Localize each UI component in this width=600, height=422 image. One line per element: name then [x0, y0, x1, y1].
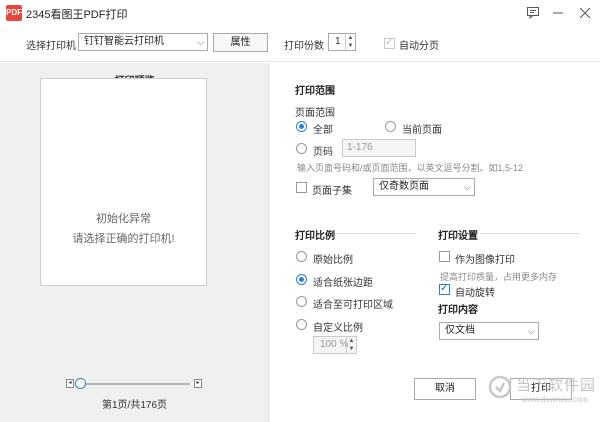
content-section-title: 打印内容	[438, 305, 478, 316]
stepper-arrows-icon[interactable]: ▲ ▼	[346, 337, 356, 353]
printer-label: 选择打印机	[26, 41, 76, 52]
watermark-url: www.downxia.com	[522, 395, 588, 404]
subset-select[interactable]: 仅奇数页面 ⌵	[373, 178, 475, 196]
minimize-icon[interactable]	[545, 0, 571, 26]
page-slider-thumb[interactable]	[75, 378, 86, 389]
scale-custom-radio[interactable]	[296, 319, 307, 330]
custom-scale-value: 100	[320, 339, 337, 350]
scale-fit-printable-radio[interactable]	[296, 296, 307, 307]
stepper-arrows-icon[interactable]: ▲ ▼	[345, 34, 355, 50]
as-image-checkbox[interactable]	[439, 251, 450, 262]
custom-scale-stepper[interactable]: 100 % ▲ ▼	[313, 336, 357, 354]
preview-error-line2: 请选择正确的打印机!	[72, 233, 175, 245]
scale-custom-label: 自定义比例	[313, 323, 363, 334]
subset-label: 页面子集	[312, 186, 352, 197]
properties-button[interactable]: 属性	[213, 33, 268, 52]
auto-rotate-label: 自动旋转	[455, 288, 495, 299]
subset-checkbox[interactable]	[296, 182, 307, 193]
scale-fit-printable-label: 适合至可打印区域	[313, 300, 393, 311]
range-current-radio[interactable]	[385, 121, 396, 132]
preview-error-line1: 初始化异常	[96, 213, 151, 225]
page-indicator: 第1页/共176页	[101, 400, 168, 411]
pages-hint: 输入页面号码和/或页面范围，以英文逗号分割。如1,5-12	[297, 163, 524, 173]
range-pages-label: 页码	[313, 147, 333, 158]
scale-original-label: 原始比例	[313, 255, 353, 266]
scale-fit-paper-radio[interactable]	[296, 274, 307, 285]
slider-next-button[interactable]: ▸	[194, 379, 202, 388]
page-slider-track[interactable]	[76, 383, 190, 385]
collate-label: 自动分页	[399, 41, 439, 52]
as-image-label: 作为图像打印	[455, 255, 515, 266]
content-select[interactable]: 仅文档 ⌵	[439, 322, 539, 340]
feedback-icon[interactable]	[520, 0, 546, 26]
title-bar: PDF 2345看图王PDF打印	[0, 0, 600, 26]
printer-select[interactable]: 钉钉智能云打印机 ⌵	[78, 33, 208, 51]
range-all-radio[interactable]	[296, 121, 307, 132]
range-section-title: 打印范围	[295, 86, 335, 97]
close-icon[interactable]	[572, 0, 598, 26]
cancel-button[interactable]: 取消	[414, 378, 476, 400]
watermark-logo-icon	[488, 375, 512, 399]
settings-divider	[480, 233, 580, 234]
scale-section-title: 打印比例	[295, 231, 335, 242]
watermark-brand: 当下软件园	[516, 377, 597, 394]
printer-toolbar: 选择打印机 钉钉智能云打印机 ⌵ 属性 打印份数 1 ▲▼ 自动分页	[0, 26, 600, 62]
window-title: 2345看图王PDF打印	[26, 9, 128, 21]
scale-divider	[336, 233, 416, 234]
settings-section-title: 打印设置	[438, 231, 478, 242]
printer-select-value: 钉钉智能云打印机	[84, 36, 164, 47]
copies-stepper[interactable]: 1 ▲ ▼	[328, 33, 356, 51]
range-current-label: 当前页面	[402, 125, 442, 136]
auto-rotate-checkbox[interactable]	[439, 283, 450, 295]
preview-page: 初始化异常 请选择正确的打印机!	[40, 78, 207, 286]
chevron-down-icon: ⌵	[197, 37, 204, 47]
page-range-label: 页面范围	[295, 108, 335, 119]
collate-checkbox[interactable]	[384, 37, 395, 49]
subset-select-value: 仅奇数页面	[379, 181, 429, 192]
range-all-label: 全部	[313, 125, 333, 136]
content-select-value: 仅文档	[445, 325, 475, 336]
scale-fit-paper-label: 适合纸张边距	[313, 278, 373, 289]
pages-input[interactable]: 1-176	[342, 139, 416, 157]
scale-original-radio[interactable]	[296, 251, 307, 262]
app-logo-icon: PDF	[6, 5, 22, 21]
slider-prev-button[interactable]: ◂	[66, 379, 74, 388]
copies-label: 打印份数	[284, 41, 324, 52]
copies-value: 1	[335, 36, 341, 47]
preview-pane: 打印预览 缩放：0% 初始化异常 请选择正确的打印机! ◂ ▸ 第1页/共176…	[0, 63, 269, 422]
watermark: 当下软件园 www.downxia.com	[488, 371, 596, 411]
as-image-hint: 提高打印质量，占用更多内存	[440, 272, 558, 282]
range-pages-radio[interactable]	[296, 143, 307, 154]
chevron-down-icon: ⌵	[464, 182, 471, 192]
chevron-down-icon: ⌵	[528, 326, 535, 336]
